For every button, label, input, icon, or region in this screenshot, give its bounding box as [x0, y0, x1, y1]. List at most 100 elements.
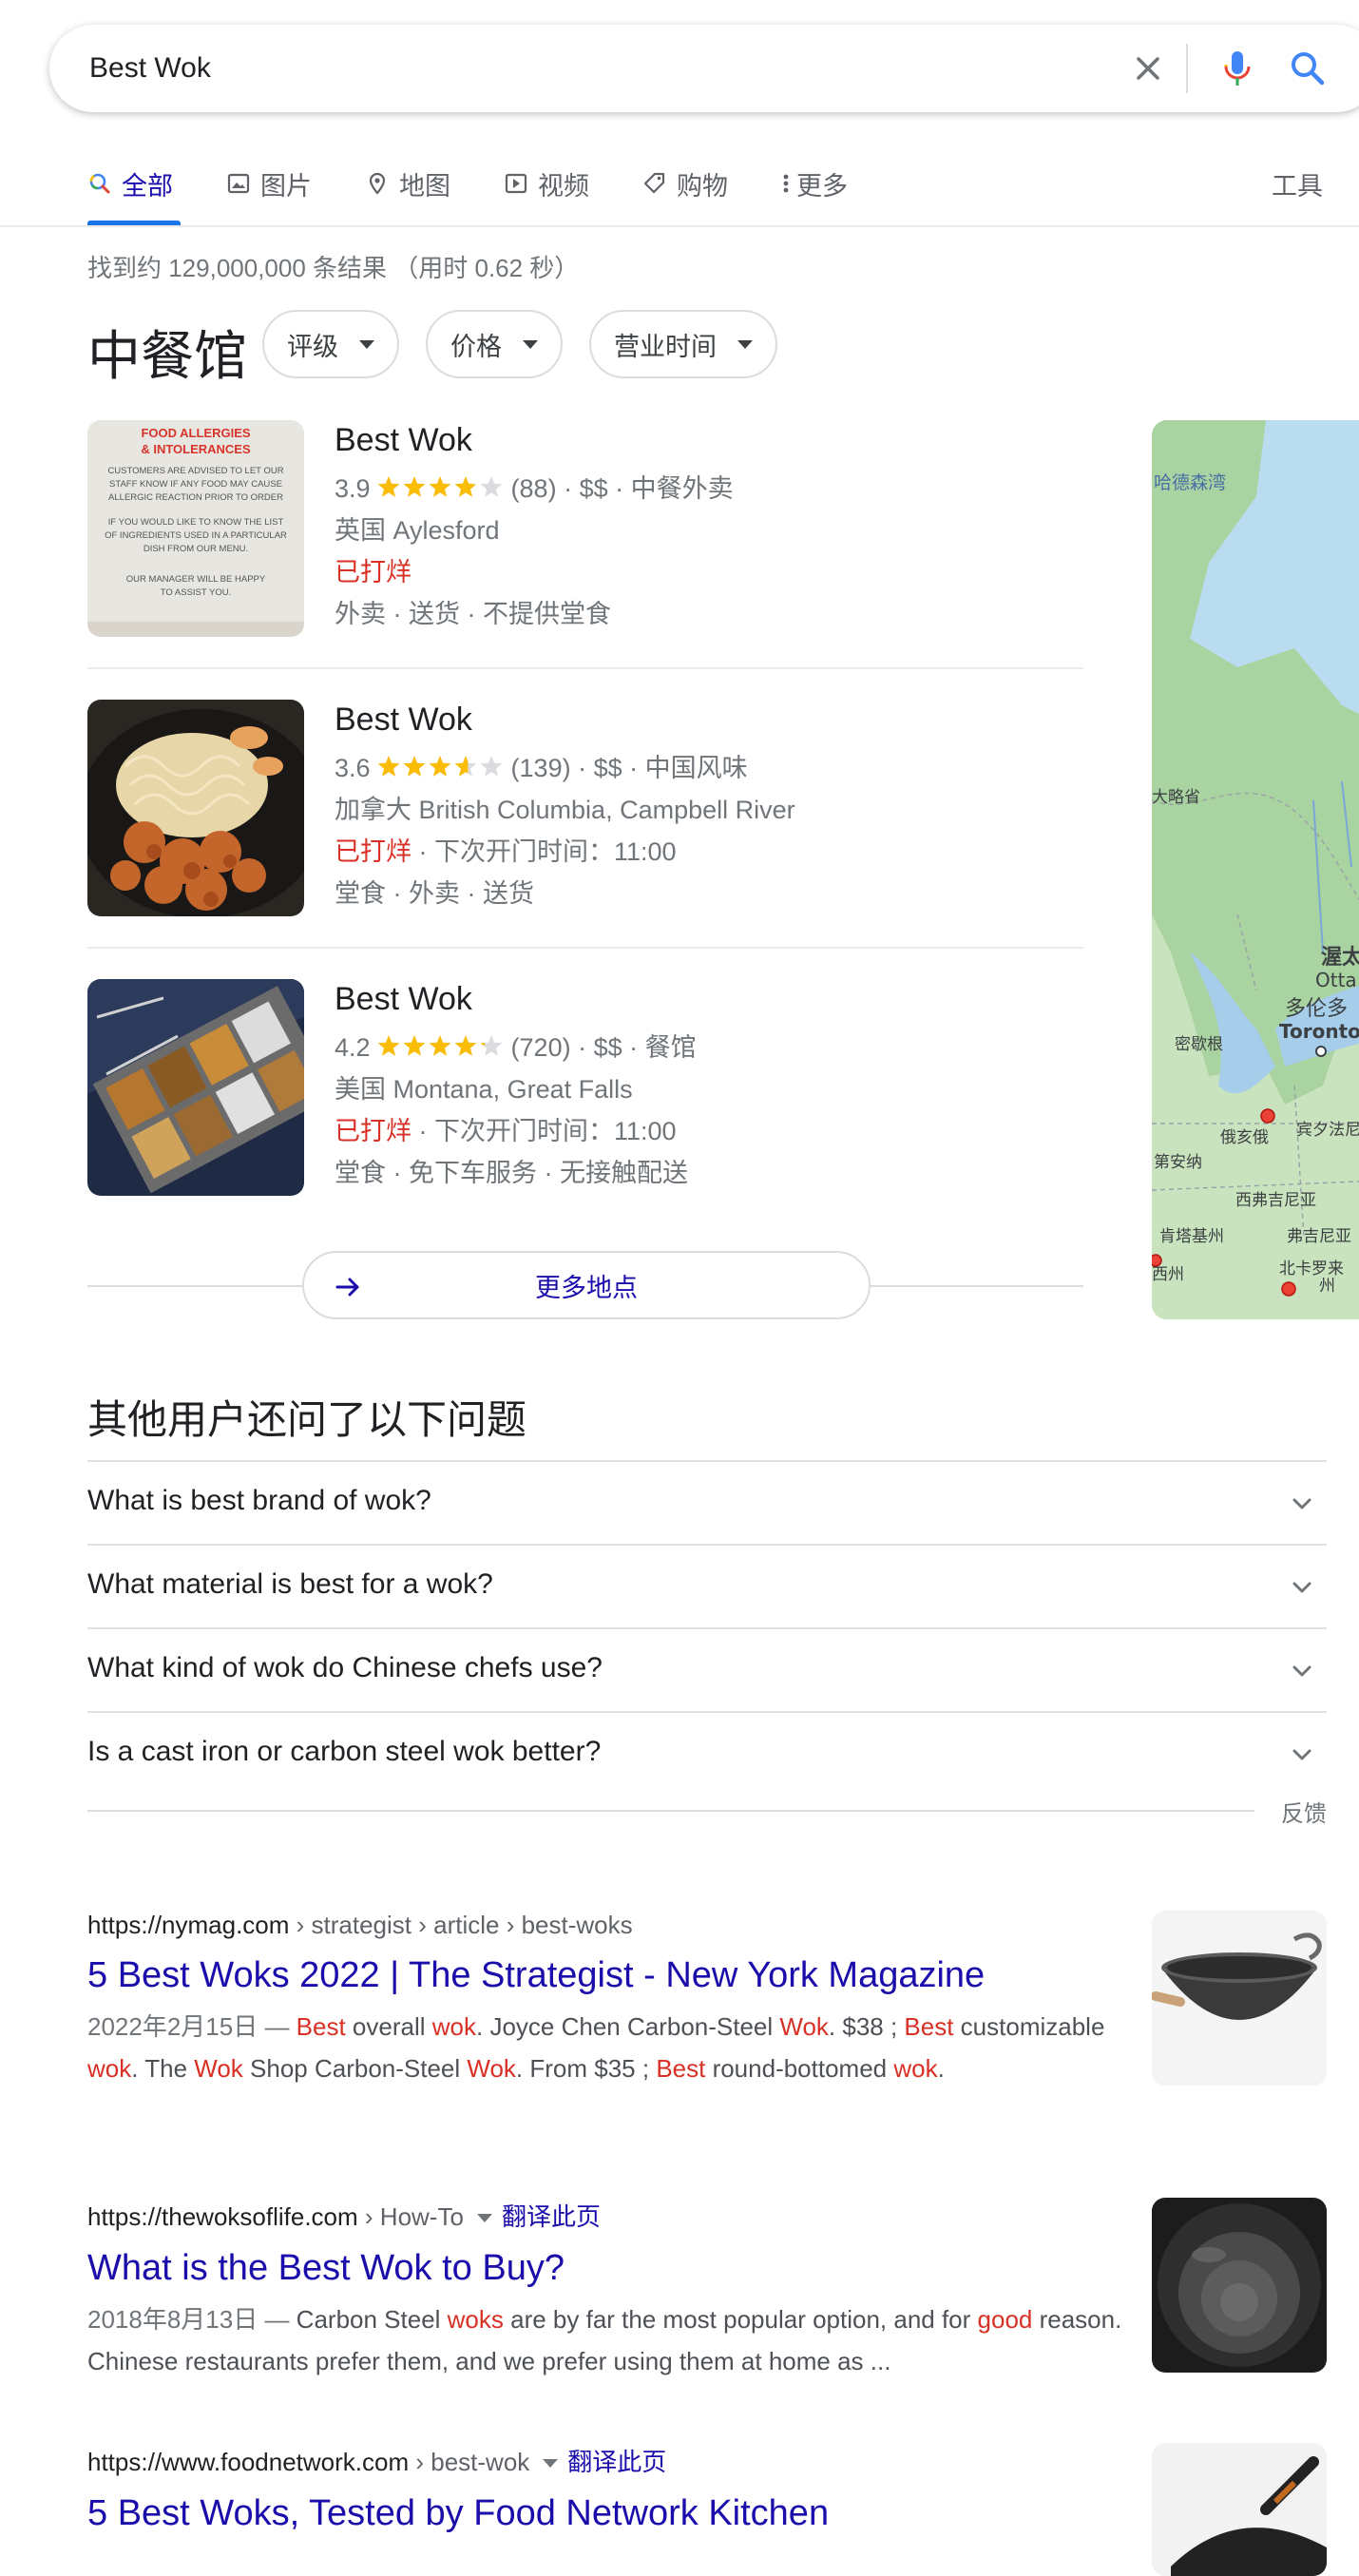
place-rating-line: 3.9 (88) · $$ · 中餐外卖	[335, 468, 734, 505]
place-status-line: 已打烊 · 下次开门时间：11:00	[335, 831, 677, 868]
place-result[interactable]: Best Wok 3.6 (139) · $$ · 中国风味 加拿大 Britis…	[87, 700, 1083, 918]
map-label: 哈德森湾	[1154, 472, 1226, 493]
chevron-down-icon	[1292, 1582, 1311, 1593]
snippet-keyword: Wok	[467, 2054, 516, 2083]
search-icon	[89, 173, 110, 194]
filter-label: 价格	[450, 332, 502, 361]
dropdown-arrow-icon[interactable]	[476, 2214, 492, 2222]
snippet-keyword: Best	[904, 2012, 954, 2041]
more-places-button[interactable]: 更多地点	[302, 1251, 871, 1319]
tab-images[interactable]: 图片	[226, 160, 312, 207]
result-title[interactable]: 5 Best Woks, Tested by Food Network Kitc…	[87, 2493, 1123, 2534]
map-label: 北卡罗来	[1279, 1259, 1344, 1278]
result-url[interactable]: https://www.foodnetwork.com › best-wok 翻译…	[87, 2443, 1123, 2478]
place-services: 外卖 · 送货 · 不提供堂食	[335, 600, 611, 628]
svg-text:OF INGREDIENTS USED IN A PARTI: OF INGREDIENTS USED IN A PARTICULAR	[105, 530, 287, 541]
dropdown-arrow-icon[interactable]	[543, 2459, 559, 2468]
close-icon[interactable]	[1123, 44, 1173, 93]
paa-question[interactable]: What kind of wok do Chinese chefs use?	[87, 1627, 1327, 1711]
divider	[87, 667, 1083, 669]
place-result[interactable]: FOOD ALLERGIES & INTOLERANCES CUSTOMERS …	[87, 420, 1083, 639]
map-label: Otta	[1315, 969, 1357, 991]
tag-icon	[643, 172, 665, 194]
map-label: 州	[1319, 1277, 1335, 1296]
map-label: 俄亥俄	[1220, 1128, 1269, 1147]
star-filled-icon	[403, 756, 425, 777]
place-result[interactable]: Best Wok 4.2 (720) · $$ · 餐馆 美国 Montana, …	[87, 979, 1083, 1198]
result-snippet: 2022年2月15日 — Best overall wok. Joyce Che…	[87, 2006, 1123, 2089]
tab-label: 地图	[399, 171, 450, 201]
place-address: 英国 Aylesford	[335, 516, 500, 545]
magnifier-icon[interactable]	[1283, 44, 1332, 93]
star-filled-icon	[377, 756, 399, 777]
result-domain: https://www.foodnetwork.com	[87, 2448, 410, 2476]
result-path: › strategist › article › best-woks	[289, 1911, 633, 1939]
paa-question[interactable]: What material is best for a wok?	[87, 1544, 1327, 1627]
star-filled-icon	[377, 476, 399, 497]
snippet-keyword: woks	[447, 2305, 504, 2334]
paa-question-text: Is a cast iron or carbon steel wok bette…	[87, 1736, 602, 1767]
result-domain: https://nymag.com	[87, 1911, 290, 1939]
place-address: 美国 Montana, Great Falls	[335, 1075, 633, 1104]
chevron-down-icon	[1292, 1498, 1311, 1509]
star-rating	[377, 1035, 502, 1056]
filter-price[interactable]: 价格	[426, 310, 563, 378]
tab-label: 购物	[677, 171, 728, 201]
star-rating	[377, 756, 502, 777]
place-name[interactable]: Best Wok	[335, 422, 472, 459]
local-pack-title: 中餐馆	[87, 326, 247, 388]
result-url[interactable]: https://thewoksoflife.com › How-To 翻译此页	[87, 2198, 1123, 2233]
result-url[interactable]: https://nymag.com › strategist › article…	[87, 1911, 1123, 1940]
snippet-keyword: Best	[296, 2012, 346, 2041]
map-label: 大略省	[1152, 788, 1200, 807]
star-empty-icon	[480, 756, 502, 777]
snippet-fragment: are by far the most popular option, and …	[503, 2305, 978, 2334]
paa-question[interactable]: Is a cast iron or carbon steel wok bette…	[87, 1711, 1327, 1795]
place-name[interactable]: Best Wok	[335, 981, 472, 1018]
search-bar	[49, 25, 1359, 112]
map-label: 多伦多	[1285, 997, 1348, 1021]
rating-value: 3.9	[335, 474, 371, 503]
paa-title: 其他用户还问了以下问题	[87, 1397, 527, 1442]
snippet-keyword: Wok	[779, 2012, 829, 2041]
translate-link[interactable]: 翻译此页	[567, 2448, 666, 2476]
filter-hours[interactable]: 营业时间	[589, 310, 777, 378]
paa-question[interactable]: What is best brand of wok?	[87, 1460, 1327, 1544]
result-date: 2022年2月15日 —	[87, 2012, 297, 2041]
feedback-link[interactable]: 反馈	[1281, 1795, 1327, 1828]
tab-maps[interactable]: 地图	[365, 160, 450, 207]
translate-link[interactable]: 翻译此页	[502, 2202, 601, 2231]
result-title[interactable]: What is the Best Wok to Buy?	[87, 2248, 1123, 2289]
dropdown-arrow-icon	[523, 339, 538, 349]
tools-button[interactable]: 工具	[1272, 160, 1323, 207]
place-details: · $$ · 餐馆	[578, 1033, 697, 1062]
place-name[interactable]: Best Wok	[335, 702, 472, 739]
tools-label: 工具	[1272, 171, 1323, 201]
tab-shopping[interactable]: 购物	[642, 160, 728, 207]
search-input[interactable]	[89, 25, 1040, 112]
result-thumbnail-wok[interactable]	[1152, 1911, 1327, 2086]
map-preview[interactable]: 哈德森湾 大略省 渥太 Otta 多伦多 Toronto 密歇根 俄亥俄 宾夕法…	[1152, 420, 1359, 1319]
result-thumbnail-wok[interactable]	[1152, 2198, 1327, 2373]
star-filled-icon	[429, 1035, 450, 1056]
microphone-icon[interactable]	[1213, 44, 1262, 93]
tab-all[interactable]: 全部	[87, 160, 173, 207]
more-vert-icon	[783, 174, 789, 193]
map-label: 宾夕法尼	[1296, 1121, 1359, 1140]
result-thumbnail-wok[interactable]	[1152, 2443, 1327, 2576]
result-title[interactable]: 5 Best Woks 2022 | The Strategist - New …	[87, 1955, 1123, 1996]
dropdown-arrow-icon	[737, 339, 753, 349]
svg-text:TO ASSIST YOU.: TO ASSIST YOU.	[161, 587, 231, 598]
tab-label: 全部	[122, 171, 173, 201]
result-snippet: 2018年8月13日 — Carbon Steel woks are by fa…	[87, 2298, 1123, 2382]
snippet-fragment: . From $35 ;	[515, 2054, 657, 2083]
video-icon	[505, 173, 527, 194]
snippet-fragment: .	[937, 2054, 945, 2083]
tab-more[interactable]: 更多	[781, 160, 848, 207]
map-pin	[1152, 1254, 1162, 1267]
result-path: › How-To	[357, 2202, 464, 2231]
tab-label: 视频	[538, 171, 589, 201]
filter-rating[interactable]: 评级	[262, 310, 399, 378]
map-label: 第安纳	[1154, 1153, 1202, 1172]
tab-videos[interactable]: 视频	[504, 160, 589, 207]
